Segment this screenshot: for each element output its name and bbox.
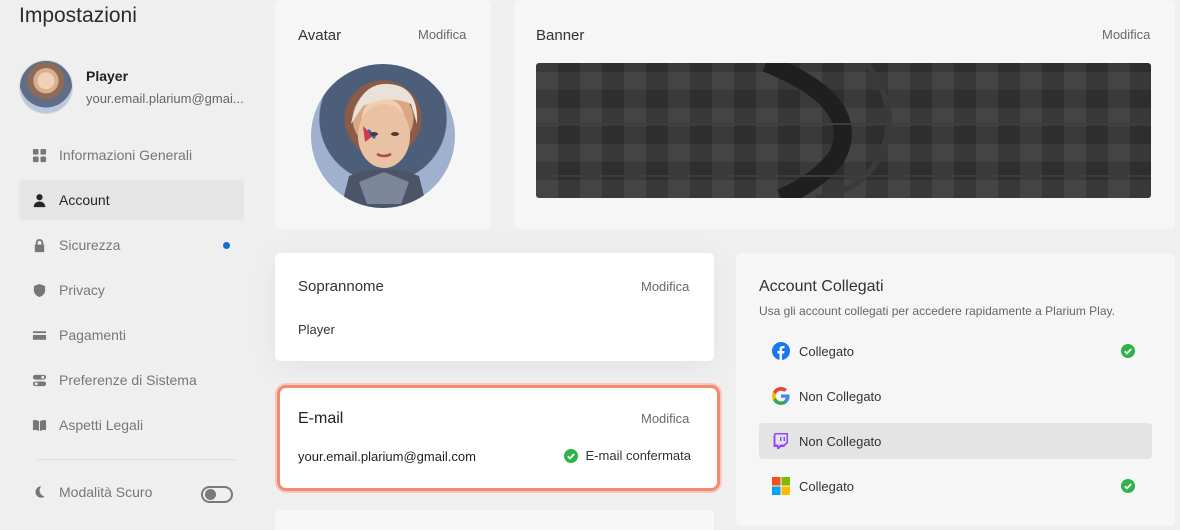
sidebar-item-label: Sicurezza [59,237,121,253]
linked-status-label: Collegato [799,343,854,359]
sidebar-item-payments[interactable]: Pagamenti [19,315,244,355]
sidebar-item-account[interactable]: Account [19,180,244,220]
linked-status-label: Non Collegato [799,433,882,449]
moon-icon [31,484,47,500]
sidebar-item-label: Aspetti Legali [59,417,144,433]
sidebar-nav: Informazioni Generali Account Sicurezza … [19,135,244,450]
avatar[interactable] [19,60,73,114]
check-circle-icon [1121,479,1135,493]
microsoft-icon [772,477,790,495]
email-card: E-mail Modifica your.email.plarium@gmail… [280,388,717,488]
grid-icon [31,147,47,163]
profile-name: Player [86,68,129,84]
divider [37,459,236,460]
linked-accounts-card: Account Collegati Usa gli account colleg… [736,253,1175,526]
linked-description: Usa gli account collegati per accedere r… [759,304,1115,318]
sidebar: Impostazioni Player your.email.plarium@g… [0,0,262,530]
sidebar-item-label: Pagamenti [59,327,126,343]
nickname-edit-button[interactable]: Modifica [641,279,689,294]
profile[interactable]: Player your.email.plarium@gmai... [19,60,244,114]
card-title: Avatar [298,27,342,44]
dark-mode-row: Modalità Scuro [31,484,152,500]
sidebar-item-privacy[interactable]: Privacy [19,270,244,310]
notification-dot [223,241,230,249]
toggle-settings-icon [31,372,47,388]
email-status: E-mail confermata [563,448,691,463]
nickname-value: Player [298,322,335,337]
sidebar-item-general[interactable]: Informazioni Generali [19,135,244,175]
banner-image [536,63,1151,198]
sidebar-item-label: Account [59,192,110,208]
card-title: E-mail [298,410,344,427]
email-status-label: E-mail confermata [585,448,691,463]
card-title: Soprannome [298,278,384,295]
banner-card: Banner Modifica [514,0,1175,229]
next-card [275,510,714,530]
sidebar-item-label: Informazioni Generali [59,147,193,163]
avatar-edit-button[interactable]: Modifica [418,27,466,42]
linked-account-twitch[interactable]: Non Collegato [759,423,1152,459]
email-value: your.email.plarium@gmail.com [298,449,476,464]
dark-mode-label: Modalità Scuro [59,484,153,500]
card-icon [31,327,47,343]
card-title: Banner [536,27,585,44]
check-circle-icon [1121,344,1135,358]
linked-account-microsoft[interactable]: Collegato [759,468,1152,504]
sidebar-item-system-preferences[interactable]: Preferenze di Sistema [19,360,244,400]
sidebar-item-legal[interactable]: Aspetti Legali [19,405,244,445]
sidebar-item-label: Privacy [59,282,105,298]
linked-account-facebook[interactable]: Collegato [759,333,1152,369]
user-icon [31,192,47,208]
sidebar-item-label: Preferenze di Sistema [59,372,197,388]
facebook-icon [772,342,790,360]
avatar-image [311,64,455,208]
book-icon [31,417,47,433]
lock-icon [31,237,47,253]
sidebar-item-security[interactable]: Sicurezza [19,225,244,265]
dark-mode-toggle[interactable] [201,486,233,503]
page-title: Impostazioni [19,4,137,27]
linked-account-google[interactable]: Non Collegato [759,378,1152,414]
profile-email: your.email.plarium@gmai... [86,91,244,106]
avatar-card: Avatar Modifica [275,0,491,229]
check-circle-icon [563,448,578,463]
email-edit-button[interactable]: Modifica [641,411,689,426]
banner-edit-button[interactable]: Modifica [1102,27,1150,42]
card-title: Account Collegati [759,278,884,295]
google-icon [772,387,790,405]
shield-icon [31,282,47,298]
nickname-card: Soprannome Modifica Player [275,253,714,361]
twitch-icon [772,432,790,450]
linked-status-label: Collegato [799,478,854,494]
linked-status-label: Non Collegato [799,388,882,404]
